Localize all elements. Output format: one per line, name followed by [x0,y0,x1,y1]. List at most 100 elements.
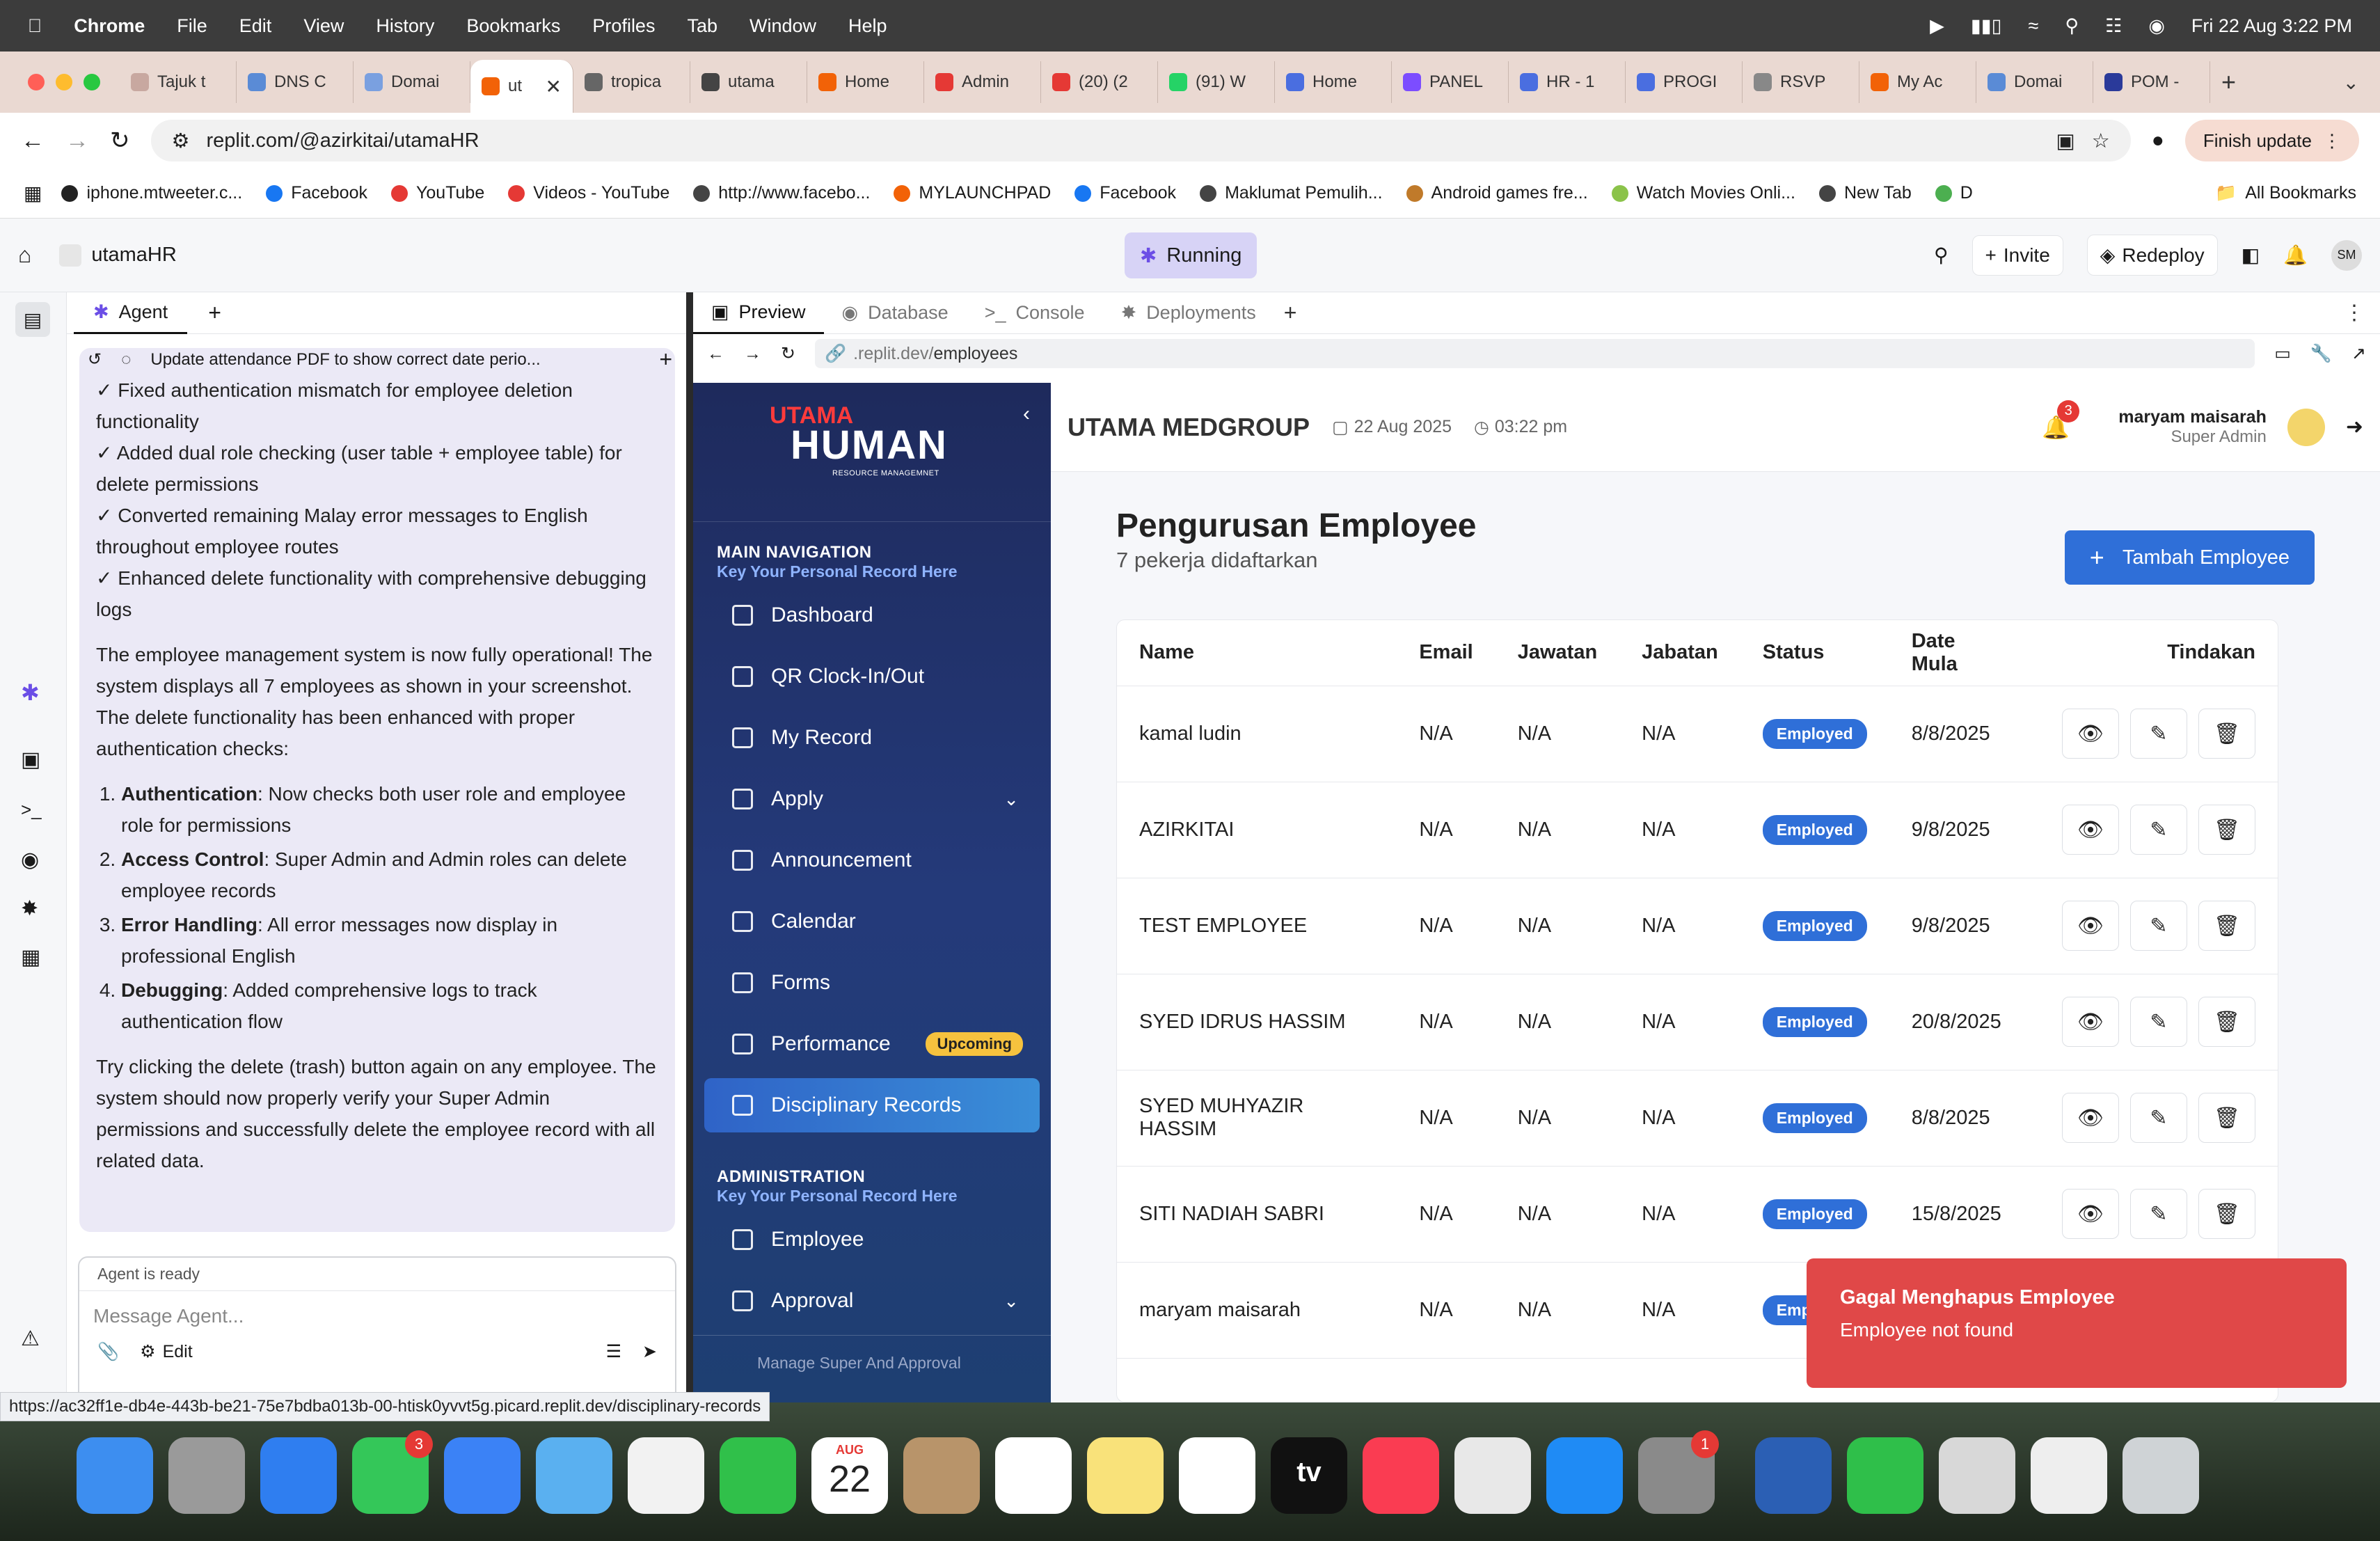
nav-item-announcement[interactable]: Announcement [704,833,1040,887]
numbers-icon[interactable] [1847,1437,1923,1514]
notification-bell-icon[interactable]: 🔔 [2283,244,2308,267]
chrome-tab[interactable]: RSVP [1743,61,1859,103]
attach-icon[interactable]: 📎 [97,1342,119,1362]
facetime-icon[interactable] [720,1437,796,1514]
delete-button[interactable]: 🗑 [2198,709,2255,759]
close-tab-icon[interactable]: ✕ [546,75,562,98]
database-tool-icon[interactable]: ◉ [21,848,39,872]
bookmark-item[interactable]: Android games fre... [1406,183,1588,203]
extension-icon[interactable]: ● [2152,129,2164,152]
bookmark-item[interactable]: http://www.facebo... [693,183,870,203]
bookmark-item[interactable]: Videos - YouTube [508,183,669,203]
chrome-tab[interactable]: (91) W [1158,61,1275,103]
nav-item-my-record[interactable]: My Record [704,711,1040,765]
chrome-tab[interactable]: Home [1275,61,1392,103]
calendar-icon[interactable]: AUG 22 [811,1437,888,1514]
edit-mode-button[interactable]: ⚙ Edit [140,1341,193,1362]
table-row[interactable]: SITI NADIAH SABRI N/A N/A N/A Employed 15/8/2… [1117,1166,2278,1263]
contacts-icon[interactable] [903,1437,980,1514]
control-center-icon[interactable]: ☷ [2105,15,2122,37]
chrome-tab[interactable]: PANEL [1392,61,1509,103]
nav-item-qr-clock[interactable]: QR Clock-In/Out [704,649,1040,704]
tab-search-icon[interactable]: ⌄ [2343,71,2359,94]
table-row[interactable]: AZIRKITAI N/A N/A N/A Employed 9/8/2025 👁 ✎ 🗑 [1117,782,2278,878]
bookmark-item[interactable]: Watch Movies Onli... [1611,183,1795,203]
preview-url-input[interactable]: 🔗 .replit.dev/employees [814,339,2255,368]
preview-back-icon[interactable]: ← [707,344,724,364]
send-icon[interactable]: ➤ [642,1341,657,1362]
redeploy-button[interactable]: ◈ Redeploy [2086,235,2218,276]
view-button[interactable]: 👁 [2062,805,2119,855]
window-close-button[interactable] [28,74,45,90]
launchpad-icon[interactable] [168,1437,245,1514]
tab-database[interactable]: ◉ Database [824,292,967,334]
user-avatar-image[interactable] [2287,408,2325,446]
collapse-sidebar-icon[interactable]: ‹ [1023,402,1030,426]
nav-item-forms[interactable]: Forms [704,956,1040,1010]
tab-agent[interactable]: ✱ Agent [74,292,188,334]
invite-button[interactable]: + Invite [1972,235,2063,276]
nav-item-dashboard[interactable]: Dashboard [704,588,1040,642]
table-row[interactable]: TEST EMPLOYEE N/A N/A N/A Employed 9/8/2025 👁 ✎… [1117,878,2278,974]
preview-forward-icon[interactable]: → [744,344,761,364]
bookmark-item[interactable]: New Tab [1818,183,1912,203]
table-row[interactable]: SYED IDRUS HASSIM N/A N/A N/A Employed 20/8/2… [1117,974,2278,1070]
messages-icon[interactable]: 3 [352,1430,433,1514]
bookmark-item[interactable]: Facebook [266,183,367,203]
shell-tool-icon[interactable]: >_ [21,799,42,821]
chrome-tab[interactable]: Domai [354,61,470,103]
system-settings-icon[interactable]: 1 [1638,1430,1719,1514]
nav-item-approval[interactable]: Approval ⌄ [704,1274,1040,1328]
table-row[interactable]: kamal ludin N/A N/A N/A Employed 8/8/2025 👁 ✎ 🗑 [1117,686,2278,782]
menu-app-name[interactable]: Chrome [74,15,145,37]
logout-icon[interactable]: ➜ [2346,415,2363,439]
tv-icon[interactable]: tv [1271,1437,1347,1514]
delete-button[interactable]: 🗑 [2198,997,2255,1047]
chrome-tab[interactable]: Domai [1976,61,2093,103]
devtools-icon[interactable]: 🔧 [2310,344,2332,364]
home-icon[interactable]: ⌂ [18,242,31,268]
files-icon[interactable]: ▤ [15,302,50,337]
app-store-icon[interactable] [1546,1437,1623,1514]
reload-icon[interactable]: ↻ [110,127,130,155]
user-info[interactable]: maryam maisarah Super Admin [2118,407,2267,447]
address-url[interactable]: replit.com/@azirkitai/utamaHR [207,129,479,152]
address-bar[interactable]: ⚙ replit.com/@azirkitai/utamaHR ▣ ☆ [150,120,2131,161]
bookmark-item[interactable]: iphone.mtweeter.c... [61,183,242,203]
reminders-icon[interactable] [995,1437,1072,1514]
freeform-icon[interactable] [1179,1437,1255,1514]
chrome-tab[interactable]: HR - 1 [1509,61,1626,103]
chrome-tab[interactable]: Admin [924,61,1041,103]
all-bookmarks[interactable]: 📁 All Bookmarks [2215,183,2356,203]
bookmark-item[interactable]: YouTube [391,183,484,203]
menu-bookmarks[interactable]: Bookmarks [466,15,560,37]
delete-button[interactable]: 🗑 [2198,1189,2255,1239]
deploy-tool-icon[interactable]: ✸ [21,896,38,921]
nav-item-disciplinary-records[interactable]: Disciplinary Records [704,1078,1040,1132]
layout-icon[interactable]: ◧ [2242,244,2260,267]
bookmark-item[interactable]: Maklumat Pemulih... [1200,183,1383,203]
nav-item-calendar[interactable]: Calendar [704,894,1040,949]
menu-file[interactable]: File [177,15,207,37]
settings-sliders-icon[interactable]: ☰ [606,1341,621,1362]
menu-edit[interactable]: Edit [239,15,272,37]
bookmark-item[interactable]: MYLAUNCHPAD [894,183,1051,203]
open-new-tab-icon[interactable]: ↗ [2351,343,2366,364]
edit-button[interactable]: ✎ [2130,709,2187,759]
tab-deployments[interactable]: ✸ Deployments [1103,292,1274,334]
table-row[interactable]: SYED MUHYAZIR HASSIM N/A N/A N/A Employed 8/8… [1117,1070,2278,1167]
run-status-button[interactable]: ✱ Running [1125,232,1258,278]
alert-icon[interactable]: ⚠ [21,1327,40,1351]
view-button[interactable]: 👁 [2062,709,2119,759]
edit-button[interactable]: ✎ [2130,1093,2187,1143]
menu-history[interactable]: History [376,15,434,37]
maps-icon[interactable] [536,1437,612,1514]
chrome-tab[interactable]: DNS C [237,61,354,103]
bookmark-star-icon[interactable]: ☆ [2092,129,2110,153]
thread-title[interactable]: Update attendance PDF to show correct da… [150,350,540,370]
chrome-tab[interactable]: Tajuk t [120,61,237,103]
app-notification-bell-icon[interactable]: 🔔 3 [2042,400,2080,441]
play-icon[interactable]: ▶ [1930,15,1944,37]
new-tab-button[interactable]: + [2221,68,2236,97]
edit-button[interactable]: ✎ [2130,997,2187,1047]
